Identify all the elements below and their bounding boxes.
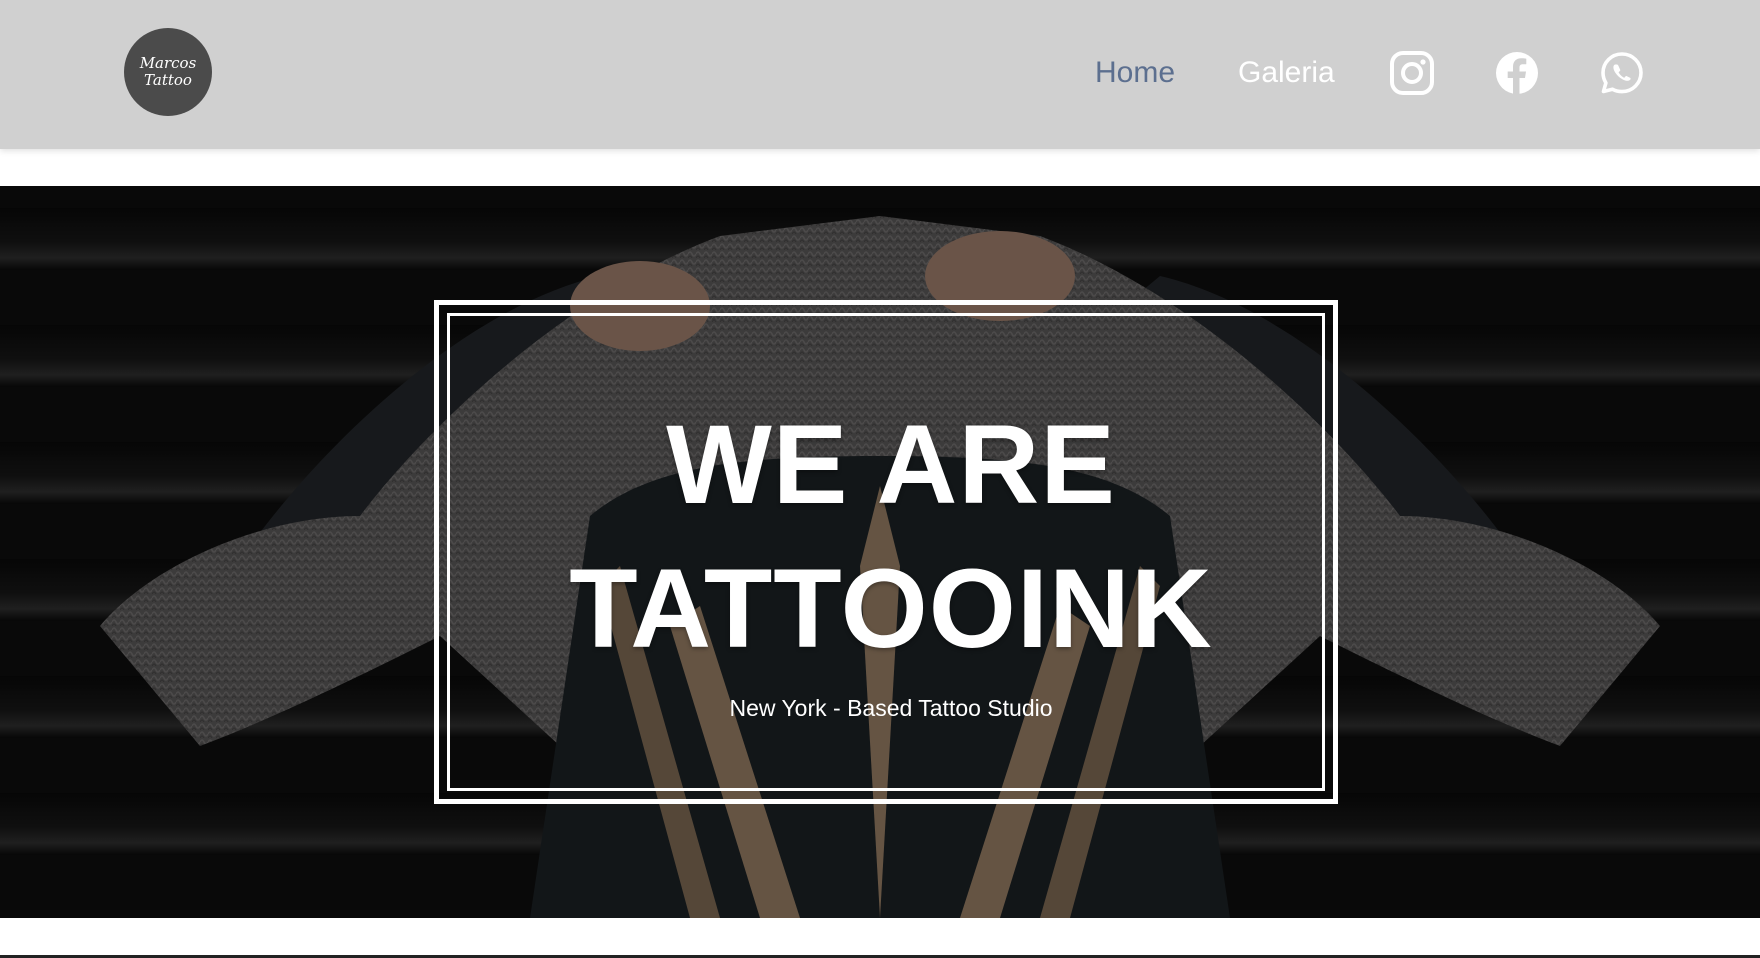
instagram-icon[interactable] xyxy=(1389,50,1435,96)
logo-line-1: Marcos xyxy=(139,54,197,72)
logo-line-2: Tattoo xyxy=(144,71,192,89)
logo[interactable]: Marcos Tattoo xyxy=(124,28,212,116)
hero-frame: WE ARE TATTOOINK New York - Based Tattoo… xyxy=(434,300,1338,804)
hero-banner: WE ARE TATTOOINK New York - Based Tattoo… xyxy=(0,186,1760,918)
facebook-icon[interactable] xyxy=(1494,50,1540,96)
nav-home-link[interactable]: Home xyxy=(1095,54,1175,92)
hero-title-line-1: WE ARE xyxy=(666,402,1116,527)
hero-title: WE ARE TATTOOINK xyxy=(439,393,1343,681)
navbar: Marcos Tattoo Home Galeria xyxy=(0,0,1760,149)
whatsapp-icon[interactable] xyxy=(1599,50,1645,96)
hero-title-line-2: TATTOOINK xyxy=(569,546,1213,671)
hero-subtitle: New York - Based Tattoo Studio xyxy=(729,695,1053,721)
nav-galeria-link[interactable]: Galeria xyxy=(1238,54,1335,92)
